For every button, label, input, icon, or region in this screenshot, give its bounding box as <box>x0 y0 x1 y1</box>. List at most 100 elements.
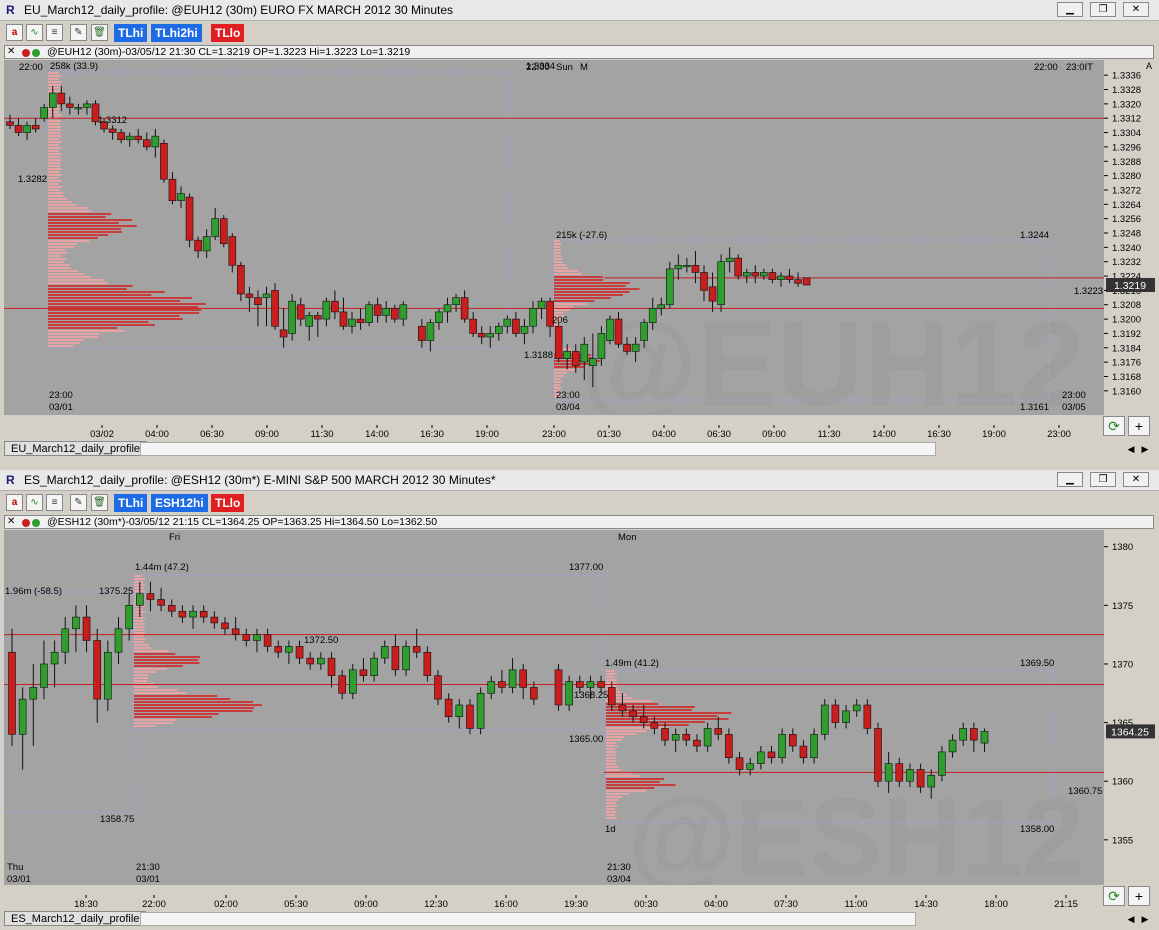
volume-profile-bar <box>134 689 178 691</box>
eu-toolbar: a ∿ ≡ ✎ 🗑 TLhi TLhi2hi TLlo <box>0 22 1159 44</box>
es-horizontal-scrollbar[interactable] <box>140 912 916 926</box>
volume-profile-bar <box>554 309 570 311</box>
scroll-left-icon[interactable]: ◀ <box>1124 442 1138 456</box>
indicator-icon[interactable]: ∿ <box>26 494 43 511</box>
candle-body <box>597 681 605 688</box>
volume-profile-bar <box>606 781 660 783</box>
chart-label: 1.49m (41.2) <box>605 658 659 669</box>
candle-body <box>6 121 14 126</box>
chart-label: 22:00 <box>1034 62 1058 73</box>
eu-workspace-tab[interactable]: EU_March12_daily_profile <box>4 441 148 456</box>
chart-label: 03/04 <box>556 402 580 413</box>
eu-chart-area[interactable]: @EUH12 22:00 258k (33.9) 1.3334 22:00 Sun M 1.3… <box>4 60 1104 415</box>
tllo-button[interactable]: TLlo <box>211 24 245 42</box>
candle-body <box>104 651 112 700</box>
volume-profile-bar <box>606 799 619 801</box>
chart-label: 1360.75 <box>1068 786 1102 797</box>
volume-profile-bar <box>606 745 618 747</box>
analysis-a-icon[interactable]: a <box>6 494 23 511</box>
volume-profile-bar <box>48 294 152 296</box>
tlhi-button[interactable]: TLhi <box>114 24 148 42</box>
volume-profile-bar <box>48 258 66 260</box>
volume-profile-bar <box>48 336 99 338</box>
candle-body <box>714 728 723 735</box>
indicator-icon[interactable]: ∿ <box>26 24 43 41</box>
volume-profile-bar <box>48 300 181 302</box>
volume-profile-bar <box>554 285 626 287</box>
x-tick-label: 21:15 <box>1054 899 1078 910</box>
candle-body <box>725 734 733 759</box>
candle-body <box>760 272 768 277</box>
refresh-icon[interactable]: ⟳ <box>1103 886 1125 906</box>
close-info-icon[interactable]: ✕ <box>7 516 15 528</box>
maximize-button[interactable]: ❐ <box>1090 472 1116 487</box>
es-chart-area[interactable]: @ESH12 Fri Mon 1.44m (47.2) 1377.00 1.96m (-5… <box>4 530 1104 885</box>
drawing-icon[interactable]: ✎ <box>70 24 87 41</box>
tlhi2hi-button[interactable]: TLhi2hi <box>151 24 202 42</box>
y-tick-label: 1.3184 <box>1112 343 1141 354</box>
close-button[interactable]: ✕ <box>1123 2 1149 17</box>
strategy-icon[interactable]: ≡ <box>46 494 63 511</box>
close-button[interactable]: ✕ <box>1123 472 1149 487</box>
zoom-plus-button[interactable]: + <box>1128 886 1150 906</box>
esh12hi-button[interactable]: ESH12hi <box>151 494 208 512</box>
candle-body <box>373 304 382 316</box>
candle-body <box>423 651 432 676</box>
chart-label: 03/04 <box>607 874 631 885</box>
eu-titlebar: R EU_March12_daily_profile: @EUH12 (30m)… <box>0 0 1159 21</box>
refresh-icon[interactable]: ⟳ <box>1103 416 1125 436</box>
volume-profile-bar <box>48 126 61 128</box>
candle-body <box>648 308 657 323</box>
chart-label: 1.3282 <box>18 174 47 185</box>
candle-body <box>708 286 717 302</box>
trash-icon[interactable]: 🗑 <box>91 494 108 511</box>
eu-horizontal-scrollbar[interactable] <box>140 442 936 456</box>
trash-icon[interactable]: 🗑 <box>91 24 108 41</box>
es-price-axis[interactable]: 1380 1375 1370 1365 1360 1355 1364.25 <box>1104 530 1155 885</box>
strategy-icon[interactable]: ≡ <box>46 24 63 41</box>
candle-body <box>245 293 254 298</box>
scroll-right-icon[interactable]: ▶ <box>1138 912 1152 926</box>
chart-label: 03/01 <box>49 402 73 413</box>
minimize-button[interactable]: ▁ <box>1057 2 1083 17</box>
es-workspace-tab[interactable]: ES_March12_daily_profile <box>4 911 147 926</box>
x-tick-label: 11:00 <box>844 899 867 910</box>
volume-profile-bar <box>606 676 615 678</box>
x-tick-label: 11:30 <box>310 429 333 440</box>
volume-profile-bar <box>48 210 92 212</box>
tllo-button[interactable]: TLlo <box>211 494 245 512</box>
scroll-right-icon[interactable]: ▶ <box>1138 442 1152 456</box>
zoom-plus-button[interactable]: + <box>1128 416 1150 436</box>
tlhi-button[interactable]: TLhi <box>114 494 148 512</box>
candle-body <box>365 304 373 323</box>
volume-profile-bar <box>48 177 59 179</box>
drawing-icon[interactable]: ✎ <box>70 494 87 511</box>
candle-body <box>271 290 279 327</box>
analysis-a-icon[interactable]: a <box>6 24 23 41</box>
candle-body <box>348 318 356 327</box>
volume-profile-bar <box>48 174 62 176</box>
chart-label: Thu <box>7 862 23 873</box>
candle-body <box>674 264 683 270</box>
candle-body <box>682 734 691 741</box>
volume-profile-bar <box>48 141 62 143</box>
volume-profile-bar <box>606 670 615 672</box>
close-info-icon[interactable]: ✕ <box>7 46 15 58</box>
volume-profile-bar <box>554 366 584 368</box>
es-time-axis[interactable]: 18:30 22:00 02:00 05:30 09:00 12:30 16:00 19:30… <box>4 895 1104 911</box>
volume-profile-bar <box>48 255 62 257</box>
volume-profile-bar <box>48 192 64 194</box>
candle-body <box>57 92 66 105</box>
volume-profile-bar <box>48 144 59 146</box>
candle-body <box>650 722 659 729</box>
scroll-left-icon[interactable]: ◀ <box>1124 912 1138 926</box>
volume-profile-bar <box>48 138 60 140</box>
eu-time-axis[interactable]: 03/02 04:00 06:30 09:00 11:30 14:00 16:30 19:00… <box>4 425 1104 441</box>
eu-price-axis[interactable]: 1.3336 1.3328 1.3320 1.3312 1.3304 1.3296 1.32… <box>1104 60 1155 415</box>
candle-body <box>508 669 517 688</box>
maximize-button[interactable]: ❐ <box>1090 2 1116 17</box>
minimize-button[interactable]: ▁ <box>1057 472 1083 487</box>
candle-body <box>40 107 49 119</box>
candle-body <box>177 193 185 202</box>
volume-profile-bar <box>48 246 75 248</box>
